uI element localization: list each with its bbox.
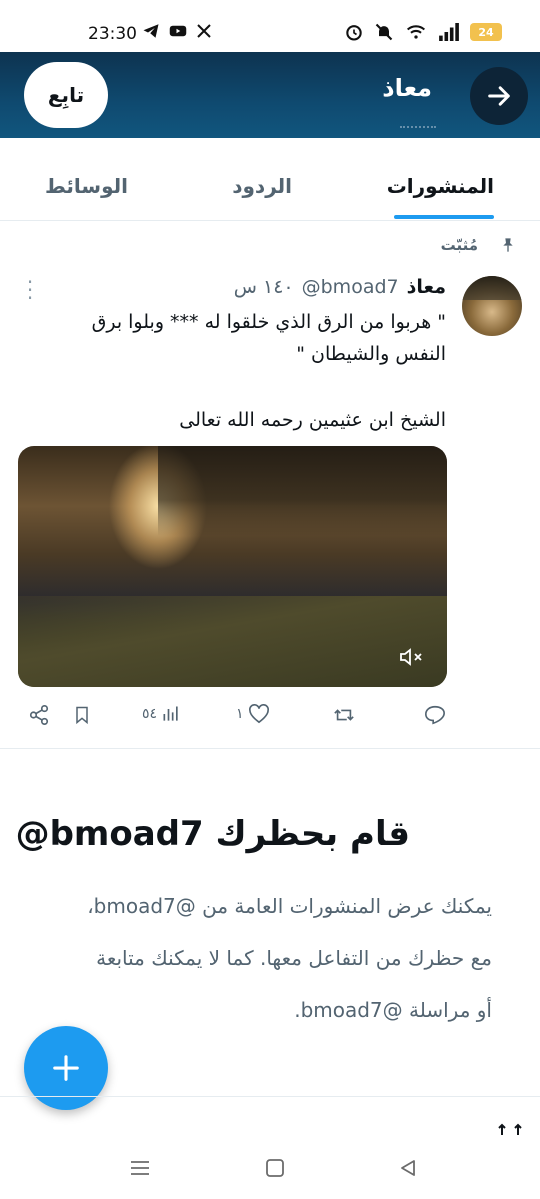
analytics-icon (163, 706, 178, 721)
bookmark-icon (76, 706, 88, 725)
tab-posts[interactable]: المنشورات (387, 174, 494, 198)
more-options-icon[interactable]: · · · (26, 272, 34, 308)
follow-button[interactable]: تابِع (24, 62, 108, 128)
triangle-back-icon (401, 1160, 415, 1176)
post-video[interactable] (18, 446, 447, 687)
status-bar: 23:30 24 (0, 0, 540, 52)
blocked-title: قام بحظرك @bmoad7 (16, 814, 410, 854)
post-text-line: " هربوا من الرق الذي خلقوا له *** وبلوا … (91, 311, 446, 333)
likes-count: ١ (236, 706, 244, 722)
pin-icon (503, 238, 513, 252)
post-actions: ٥٤ ١ (0, 700, 540, 730)
back-nav-button[interactable] (396, 1156, 420, 1180)
square-icon (266, 1159, 284, 1177)
post-text: " هربوا من الرق الذي خلقوا له *** وبلوا … (56, 306, 446, 436)
blocked-message-line: مع حظرك من التفاعل معها. كما لا يمكنك مت… (96, 946, 492, 970)
blocked-title-handle: @bmoad7 (15, 814, 204, 854)
header-subtitle-fragment (400, 126, 436, 131)
reply-button[interactable] (424, 704, 446, 726)
post-timestamp: ١٤٠ س (233, 276, 294, 298)
bookmark-button[interactable] (72, 704, 92, 726)
pinned-indicator: مُثبّت (441, 236, 516, 254)
menu-icon (131, 1161, 149, 1175)
partial-repost-icon (498, 1123, 522, 1135)
telegram-icon (143, 24, 159, 38)
profile-header: تابِع معاذ (0, 52, 540, 138)
wifi-icon (406, 25, 426, 39)
tab-replies[interactable]: الردود (232, 174, 292, 198)
like-button[interactable]: ١ (236, 704, 270, 724)
video-frame-grass (18, 596, 447, 687)
signal-icon (439, 23, 459, 41)
arrow-right-icon (488, 86, 510, 106)
video-frame-trees (158, 446, 447, 536)
system-nav-bar (0, 1138, 540, 1199)
section-divider (0, 748, 540, 749)
x-logo-icon (197, 24, 211, 38)
views-count: ٥٤ (142, 706, 158, 722)
battery-indicator: 24 (470, 23, 502, 41)
blocked-title-text: قام بحظرك (215, 814, 411, 854)
mute-bell-icon (375, 23, 393, 41)
bottom-partial-strip (0, 1096, 540, 1139)
tab-media[interactable]: الوسائط (45, 174, 128, 198)
views-button[interactable]: ٥٤ (142, 704, 181, 724)
repost-button[interactable] (332, 704, 356, 726)
notification-icons (142, 22, 212, 40)
blocked-message-line: يمكنك عرض المنشورات العامة من @bmoad7، (87, 894, 492, 918)
post-author-name[interactable]: معاذ (407, 276, 446, 298)
blocked-message: يمكنك عرض المنشورات العامة من @bmoad7، م… (42, 880, 492, 1036)
alarm-icon (346, 25, 362, 41)
system-icons: 24 (344, 22, 502, 42)
active-tab-indicator (394, 215, 494, 219)
profile-title: معاذ (382, 74, 432, 102)
pinned-label: مُثبّت (440, 236, 478, 254)
status-time: 23:30 (88, 24, 137, 44)
home-button[interactable] (263, 1156, 287, 1180)
post-text-line: النفس والشيطان " (296, 343, 446, 365)
reply-icon (425, 705, 445, 725)
muted-volume-icon[interactable] (399, 646, 425, 668)
post-text-line: الشيخ ابن عثيمين رحمه الله تعالى (179, 409, 446, 431)
share-icon (29, 705, 49, 725)
youtube-icon (169, 25, 187, 37)
profile-tabs: المنشورات الردود الوسائط (0, 138, 540, 221)
share-button[interactable] (28, 704, 50, 726)
heart-icon (248, 704, 269, 724)
plus-icon (53, 1055, 79, 1081)
post-author-handle: @bmoad7 (301, 276, 399, 298)
back-button[interactable] (470, 67, 528, 125)
post-author-line: معاذ @bmoad7 ١٤٠ س (234, 276, 446, 298)
recents-button[interactable] (128, 1156, 152, 1180)
blocked-message-line: أو مراسلة @bmoad7. (294, 998, 492, 1022)
avatar[interactable] (462, 276, 522, 336)
repost-icon (334, 709, 354, 721)
